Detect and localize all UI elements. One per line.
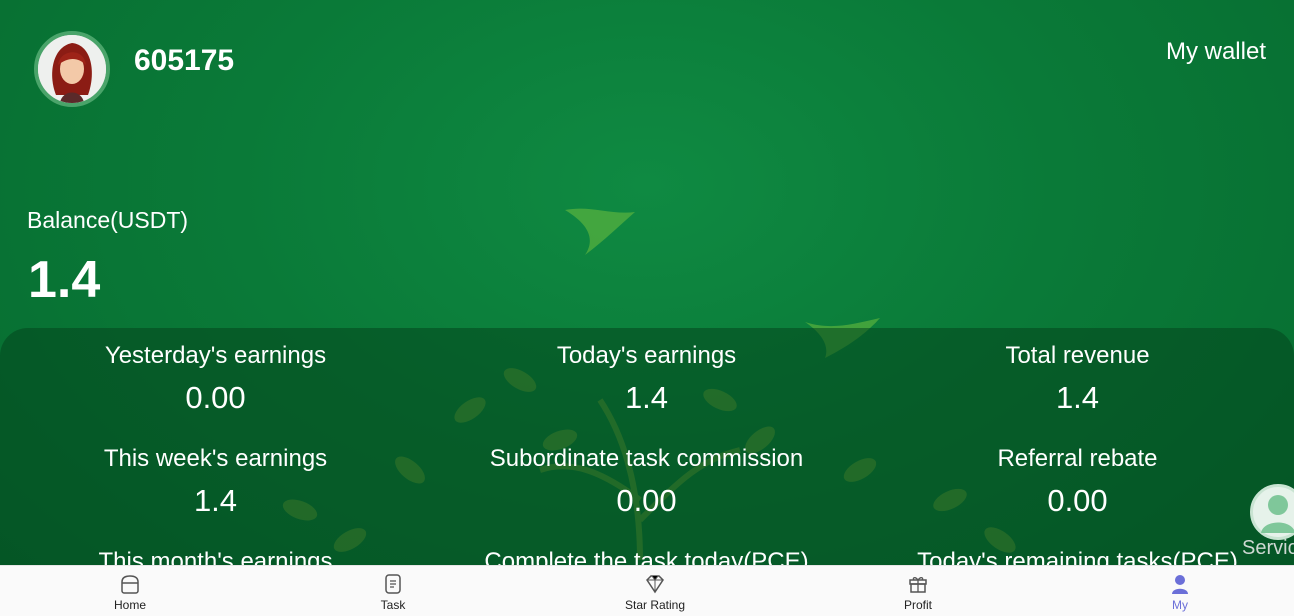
stat-value: 1.4 xyxy=(193,483,238,518)
tab-profit[interactable]: Profit xyxy=(848,566,988,616)
stat-value: 0.00 xyxy=(1047,483,1108,518)
stat-week-earnings: This week's earnings 1.4 xyxy=(0,445,431,519)
stat-value: 1.4 xyxy=(624,380,669,415)
tab-label: Profit xyxy=(903,598,932,612)
balance-value: 1.4 xyxy=(28,251,101,309)
tab-my[interactable]: My xyxy=(1110,566,1250,616)
stat-referral-rebate: Referral rebate 0.00 xyxy=(862,445,1293,519)
my-wallet-link[interactable]: My wallet xyxy=(1166,38,1266,66)
balance-label: Balance(USDT) xyxy=(27,207,189,233)
customer-service-button[interactable]: Servic xyxy=(1240,482,1294,562)
stat-subordinate-commission: Subordinate task commission 0.00 xyxy=(431,445,862,519)
username: 605175 xyxy=(134,44,235,77)
tab-label: Star Rating xyxy=(624,598,686,612)
task-icon xyxy=(385,574,401,594)
stat-label: Referral rebate xyxy=(997,445,1158,472)
stat-value: 0.00 xyxy=(185,380,246,415)
tab-label: Task xyxy=(380,598,406,612)
stat-label: Total revenue xyxy=(1005,342,1150,369)
bottom-tab-bar: Home Task Star Rating Profit My xyxy=(0,565,1294,616)
stat-today-earnings: Today's earnings 1.4 xyxy=(431,342,862,416)
tab-home[interactable]: Home xyxy=(60,566,200,616)
stats-panel: Yesterday's earnings 0.00 Today's earnin… xyxy=(0,328,1294,588)
tab-star-rating[interactable]: Star Rating xyxy=(585,566,725,616)
stat-yesterday-earnings: Yesterday's earnings 0.00 xyxy=(0,342,431,416)
tab-label: My xyxy=(1172,598,1188,612)
gift-icon xyxy=(909,577,927,593)
tab-task[interactable]: Task xyxy=(323,566,463,616)
service-icon xyxy=(1250,484,1294,540)
stat-value: 0.00 xyxy=(616,483,677,518)
stat-label: Today's earnings xyxy=(556,342,737,369)
stat-total-revenue: Total revenue 1.4 xyxy=(862,342,1293,416)
diamond-icon xyxy=(646,575,664,594)
stat-label: Subordinate task commission xyxy=(489,445,804,472)
home-icon xyxy=(121,575,139,594)
avatar-image xyxy=(38,35,106,103)
stat-label: Yesterday's earnings xyxy=(104,342,327,369)
avatar[interactable] xyxy=(34,31,110,107)
profile-header: 605175 My wallet xyxy=(0,0,1294,120)
tab-label: Home xyxy=(113,598,146,612)
stat-value: 1.4 xyxy=(1055,380,1100,415)
user-icon xyxy=(1172,575,1188,594)
stat-label: This week's earnings xyxy=(103,445,328,472)
service-label: Servic xyxy=(1242,537,1294,559)
